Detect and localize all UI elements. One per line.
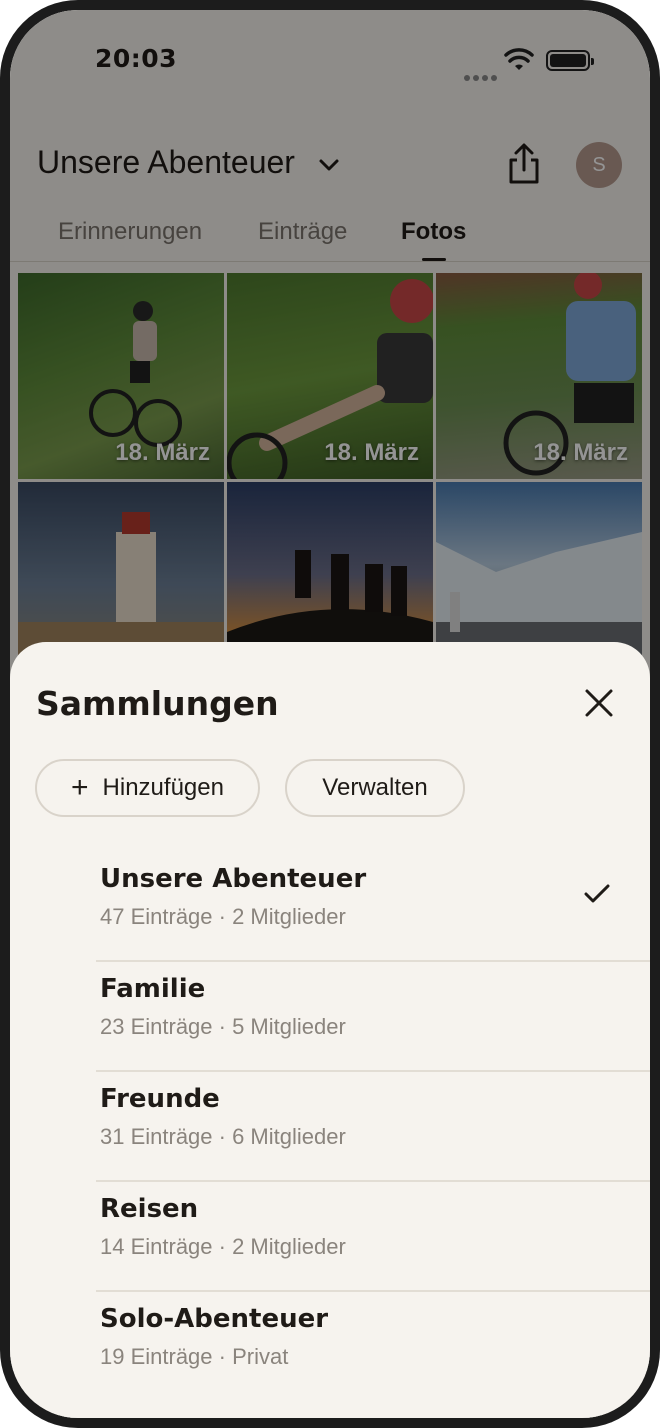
- collection-name: Reisen: [100, 1194, 199, 1224]
- collection-item[interactable]: Solo-Abenteuer 19 Einträge · Privat: [96, 1292, 650, 1402]
- collection-item[interactable]: Unsere Abenteuer 47 Einträge · 2 Mitglie…: [96, 852, 650, 962]
- collection-meta: 31 Einträge · 6 Mitglieder: [100, 1124, 346, 1149]
- collection-item[interactable]: Familie 23 Einträge · 5 Mitglieder: [96, 962, 650, 1072]
- checkmark-icon: [584, 884, 610, 903]
- add-collection-button[interactable]: + Hinzufügen: [35, 759, 260, 817]
- add-collection-label: Hinzufügen: [102, 774, 224, 801]
- collection-meta: 23 Einträge · 5 Mitglieder: [100, 1014, 346, 1039]
- collections-sheet: Sammlungen + Hinzufügen Verwalten Unsere…: [10, 642, 650, 1418]
- collection-name: Freunde: [100, 1084, 220, 1114]
- collection-meta: 19 Einträge · Privat: [100, 1344, 289, 1369]
- collection-name: Unsere Abenteuer: [100, 864, 367, 894]
- manage-collections-label: Verwalten: [322, 774, 428, 801]
- close-icon[interactable]: [582, 686, 616, 720]
- plus-icon: +: [71, 771, 89, 804]
- manage-collections-button[interactable]: Verwalten: [285, 759, 465, 817]
- sheet-title: Sammlungen: [36, 684, 279, 723]
- collection-list: Unsere Abenteuer 47 Einträge · 2 Mitglie…: [96, 852, 650, 1402]
- collection-name: Solo-Abenteuer: [100, 1304, 329, 1334]
- collection-name: Familie: [100, 974, 206, 1004]
- collection-meta: 14 Einträge · 2 Mitglieder: [100, 1234, 346, 1259]
- screen: 20:03 Unsere Abenteuer S Erinnerungen Ei…: [10, 10, 650, 1418]
- collection-item[interactable]: Freunde 31 Einträge · 6 Mitglieder: [96, 1072, 650, 1182]
- device-frame: 20:03 Unsere Abenteuer S Erinnerungen Ei…: [0, 0, 660, 1428]
- collection-item[interactable]: Reisen 14 Einträge · 2 Mitglieder: [96, 1182, 650, 1292]
- collection-meta: 47 Einträge · 2 Mitglieder: [100, 904, 346, 929]
